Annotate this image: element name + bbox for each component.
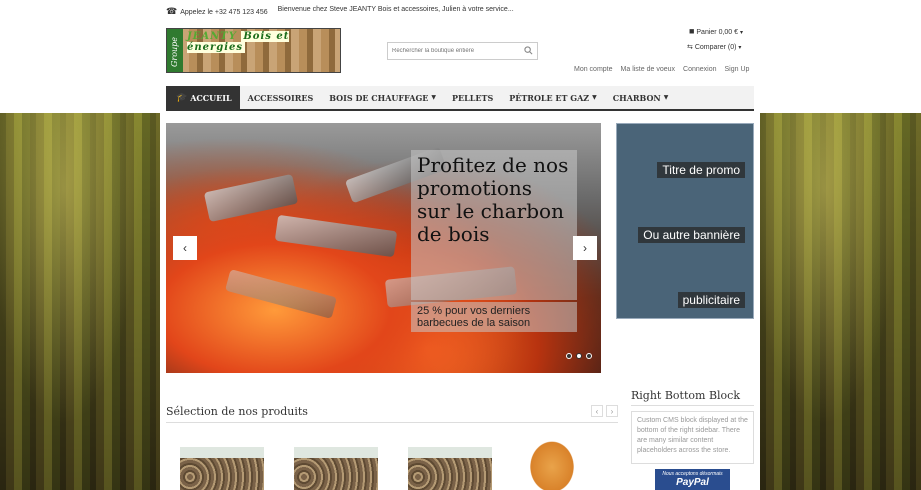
- promo-label-title: Titre de promo: [657, 162, 745, 178]
- paypal-logo: PayPal: [676, 477, 709, 488]
- chevron-down-icon: ▾: [738, 45, 742, 51]
- graduation-cap-icon: 🎓: [176, 92, 188, 103]
- caret-down-icon: ▼: [592, 94, 597, 101]
- chevron-right-icon: ›: [583, 241, 587, 255]
- cart-link[interactable]: ■ Panier 0,00 € ▾: [689, 26, 743, 36]
- signup-link[interactable]: Sign Up: [724, 66, 749, 73]
- divider: [631, 405, 754, 406]
- product-image-wood-bag[interactable]: [522, 432, 582, 490]
- product-image-firewood[interactable]: [294, 447, 378, 490]
- nav-item-pellets[interactable]: PELLETS: [444, 86, 501, 109]
- paypal-badge[interactable]: Nous acceptons désormais PayPal: [655, 469, 730, 490]
- logo-title: JEANTY Bois et énergies: [187, 31, 340, 53]
- paypal-tagline: Nous acceptons désormais: [662, 471, 723, 477]
- nav-item-label: PÉTROLE ET GAZ: [509, 92, 590, 103]
- chevron-down-icon: ▾: [740, 30, 744, 36]
- search-input[interactable]: [388, 43, 518, 59]
- slider-pagination: [566, 353, 592, 359]
- slide-image-detail: [225, 269, 337, 319]
- nav-item-label: PELLETS: [452, 92, 494, 103]
- background-forest-right: [760, 113, 921, 490]
- nav-item-bois-de-chauffage[interactable]: BOIS DE CHAUFFAGE ▼: [321, 86, 444, 109]
- cart-label: Panier 0,00 €: [696, 29, 739, 36]
- nav-item-label: ACCESSOIRES: [247, 92, 314, 103]
- slider-dot-active[interactable]: [576, 353, 582, 359]
- store-logo[interactable]: Groupe JEANTY Bois et énergies: [166, 28, 341, 73]
- slide-subcaption: 25 % pour vos derniers barbecues de la s…: [411, 302, 577, 332]
- right-block-title: Right Bottom Block: [631, 389, 740, 402]
- wishlist-link[interactable]: Ma liste de voeux: [621, 66, 675, 73]
- divider: [166, 422, 618, 423]
- caret-down-icon: ▼: [663, 94, 669, 101]
- slider-dot[interactable]: [566, 353, 572, 359]
- slider-prev-button[interactable]: ‹: [173, 236, 197, 260]
- background-forest-left: [0, 113, 160, 490]
- products-prev-button[interactable]: ‹: [591, 405, 603, 417]
- product-image-firewood[interactable]: [180, 447, 264, 490]
- nav-item-petrole-et-gaz[interactable]: PÉTROLE ET GAZ ▼: [501, 86, 605, 109]
- compare-label: Comparer (0): [694, 44, 737, 51]
- nav-item-label: CHARBON: [612, 92, 661, 103]
- product-image-firewood[interactable]: [408, 447, 492, 490]
- compare-link[interactable]: ⇆ Comparer (0) ▾: [687, 43, 741, 51]
- phone-number: Appelez le +32 475 123 456: [180, 9, 268, 16]
- products-section-title: Sélection de nos produits: [166, 405, 308, 418]
- compare-icon: ⇆: [687, 44, 693, 51]
- promo-label-ad: publicitaire: [677, 292, 745, 308]
- search-icon[interactable]: [524, 46, 533, 55]
- account-links: Mon compte Ma liste de voeux Connexion S…: [574, 66, 749, 73]
- phone-contact: ☎ Appelez le +32 475 123 456: [166, 6, 268, 17]
- promo-label-banner: Ou autre bannière: [638, 227, 745, 243]
- nav-item-accessoires[interactable]: ACCESSOIRES: [240, 86, 322, 109]
- nav-item-label: BOIS DE CHAUFFAGE: [329, 92, 429, 103]
- slider-next-button[interactable]: ›: [573, 236, 597, 260]
- top-info-bar: ☎ Appelez le +32 475 123 456 Bienvenue ch…: [166, 6, 514, 17]
- slide-caption: Profitez de nos promotions sur le charbo…: [411, 150, 577, 300]
- login-link[interactable]: Connexion: [683, 66, 716, 73]
- promo-banner[interactable]: Titre de promo Ou autre bannière publici…: [616, 123, 754, 319]
- cart-icon: ■: [689, 26, 695, 36]
- my-account-link[interactable]: Mon compte: [574, 66, 613, 73]
- chevron-left-icon: ‹: [595, 406, 599, 416]
- chevron-right-icon: ›: [610, 406, 614, 416]
- search-box: [387, 42, 538, 60]
- right-block-content: Custom CMS block displayed at the bottom…: [631, 411, 754, 464]
- welcome-message: Bienvenue chez Steve JEANTY Bois et acce…: [277, 6, 514, 13]
- nav-item-charbon[interactable]: CHARBON ▼: [605, 86, 677, 109]
- caret-down-icon: ▼: [431, 94, 437, 101]
- slider-dot[interactable]: [586, 353, 592, 359]
- nav-item-label: ACCUEIL: [190, 92, 232, 103]
- logo-title-part1: JEANTY: [187, 31, 237, 42]
- phone-icon: ☎: [166, 6, 178, 16]
- slide-headline: Profitez de nos promotions sur le charbo…: [417, 153, 569, 246]
- products-next-button[interactable]: ›: [606, 405, 618, 417]
- logo-side-text: Groupe: [167, 29, 183, 72]
- main-navigation: 🎓 ACCUEIL ACCESSOIRES BOIS DE CHAUFFAGE …: [166, 86, 754, 111]
- nav-item-home[interactable]: 🎓 ACCUEIL: [166, 86, 240, 109]
- slide-image-detail: [274, 214, 398, 258]
- chevron-left-icon: ‹: [183, 241, 187, 255]
